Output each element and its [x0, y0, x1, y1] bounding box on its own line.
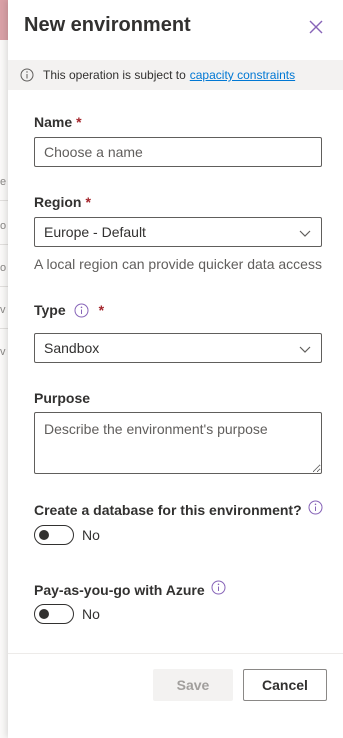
required-marker: *	[85, 194, 91, 210]
background-text-fragment: v	[0, 346, 6, 358]
type-dropdown[interactable]: Sandbox	[34, 333, 322, 363]
purpose-label-text: Purpose	[34, 390, 91, 406]
region-dropdown[interactable]: Europe - Default	[34, 217, 322, 247]
background-text-fragment: o	[0, 220, 7, 232]
close-icon	[309, 20, 323, 34]
save-button[interactable]: Save	[153, 669, 233, 701]
footer-divider	[8, 653, 343, 654]
type-label-text: Type	[34, 302, 66, 318]
info-icon[interactable]	[74, 303, 89, 318]
background-text-fragment: o	[0, 262, 7, 274]
capacity-notice: This operation is subject to capacity co…	[8, 60, 343, 90]
payg-toggle[interactable]	[34, 604, 74, 624]
info-icon[interactable]	[308, 500, 323, 515]
info-icon	[20, 68, 34, 82]
region-selected-value: Europe - Default	[44, 224, 146, 240]
name-field[interactable]	[34, 137, 322, 167]
new-environment-panel: New environment This operation is subjec…	[8, 0, 343, 738]
notice-text: This operation is subject to	[43, 68, 186, 82]
purpose-label: Purpose	[34, 390, 90, 406]
database-toggle[interactable]	[34, 525, 74, 545]
required-marker: *	[76, 114, 82, 130]
name-label-text: Name	[34, 114, 73, 130]
type-label: Type *	[34, 302, 104, 318]
capacity-constraints-link[interactable]: capacity constraints	[190, 68, 295, 82]
payg-label-text: Pay-as-you-go with Azure	[34, 582, 205, 598]
region-label-text: Region	[34, 194, 82, 210]
name-label: Name *	[34, 114, 82, 130]
chevron-down-icon	[299, 230, 311, 237]
required-marker: *	[98, 302, 105, 318]
payg-toggle-state: No	[82, 606, 100, 622]
screen: e o o v v New environment This operation…	[0, 0, 343, 738]
info-icon[interactable]	[211, 580, 226, 595]
purpose-textarea[interactable]	[34, 412, 322, 474]
close-button[interactable]	[305, 16, 327, 38]
payg-label: Pay-as-you-go with Azure	[34, 580, 226, 598]
database-toggle-row: No	[34, 525, 100, 545]
background-text-fragment: e	[0, 176, 7, 188]
toggle-thumb	[39, 530, 49, 540]
panel-title: New environment	[24, 14, 191, 36]
region-help-text: A local region can provide quicker data …	[34, 256, 322, 272]
region-label: Region *	[34, 194, 91, 210]
payg-toggle-row: No	[34, 604, 100, 624]
cancel-button[interactable]: Cancel	[243, 669, 327, 701]
type-selected-value: Sandbox	[44, 340, 100, 356]
database-label-text: Create a database for this environment?	[34, 502, 302, 518]
background-text-fragment: v	[0, 304, 6, 316]
database-label: Create a database for this environment?	[34, 500, 323, 518]
toggle-thumb	[39, 609, 49, 619]
database-toggle-state: No	[82, 527, 100, 543]
chevron-down-icon	[299, 346, 311, 353]
name-input[interactable]	[44, 144, 321, 160]
